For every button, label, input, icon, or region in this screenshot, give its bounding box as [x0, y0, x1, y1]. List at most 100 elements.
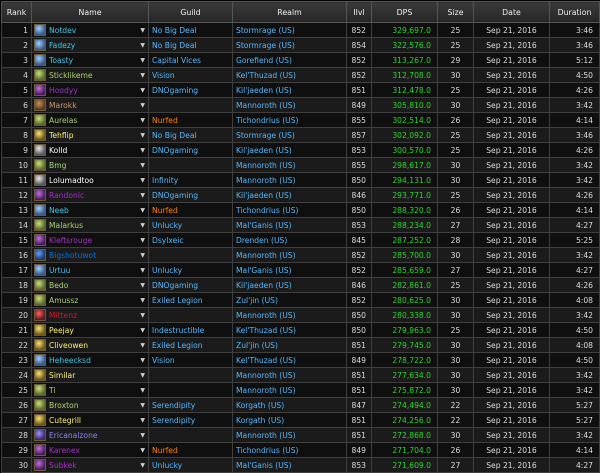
dropdown-arrow-icon[interactable]: ▼ [140, 147, 145, 154]
table-row[interactable]: 4 Sticklikeme ▼ Vision Kel'Thuzad (US) 852 312… [1, 67, 600, 83]
guild-cell[interactable]: Nurfed [148, 442, 233, 458]
player-name[interactable]: Bedo [49, 281, 138, 290]
dropdown-arrow-icon[interactable]: ▼ [140, 27, 145, 34]
realm-cell[interactable]: Mal'Ganis (US) [232, 262, 347, 278]
guild-cell[interactable]: Nurfed [148, 202, 233, 218]
player-name[interactable]: Ti [49, 386, 138, 395]
table-row[interactable]: 15 Kleftsrouge ▼ Dsylxeic Drenden (US) 845 287… [1, 232, 600, 248]
table-row[interactable]: 24 Similar ▼ Mannoroth (US) 851 277,634.0 30 Se… [1, 367, 600, 383]
dropdown-arrow-icon[interactable]: ▼ [140, 432, 145, 439]
guild-cell[interactable]: Unlucky [148, 217, 233, 233]
realm-cell[interactable]: Mal'Ganis (US) [232, 457, 347, 473]
table-row[interactable]: 7 Aurelas ▼ Nurfed Tichondrius (US) 855 302,51… [1, 112, 600, 128]
guild-cell[interactable] [148, 157, 233, 173]
player-name[interactable]: Bmg [49, 161, 138, 170]
dropdown-arrow-icon[interactable]: ▼ [140, 252, 145, 259]
dropdown-arrow-icon[interactable]: ▼ [140, 132, 145, 139]
guild-cell[interactable] [148, 382, 233, 398]
dropdown-arrow-icon[interactable]: ▼ [140, 462, 145, 469]
dropdown-arrow-icon[interactable]: ▼ [140, 312, 145, 319]
realm-cell[interactable]: Kil'jaeden (US) [232, 277, 347, 293]
guild-cell[interactable] [148, 97, 233, 113]
name-cell[interactable]: Heheecksd ▼ [31, 352, 149, 368]
realm-cell[interactable]: Mannoroth (US) [232, 247, 347, 263]
player-name[interactable]: Aurelas [49, 116, 138, 125]
table-row[interactable]: 11 Lolumadtoo ▼ Infinity Mannoroth (US) 850 29… [1, 172, 600, 188]
table-row[interactable]: 19 Amussz ▼ Exiled Legion Zul'jin (US) 852 280… [1, 292, 600, 308]
name-cell[interactable]: Malarkus ▼ [31, 217, 149, 233]
player-name[interactable]: Marokk [49, 101, 138, 110]
name-cell[interactable]: Cliveowen ▼ [31, 337, 149, 353]
guild-cell[interactable]: Capital Vices [148, 52, 233, 68]
player-name[interactable]: Toasty [49, 56, 138, 65]
dropdown-arrow-icon[interactable]: ▼ [140, 342, 145, 349]
name-cell[interactable]: Aurelas ▼ [31, 112, 149, 128]
table-row[interactable]: 9 Kolld ▼ DNOgaming Kil'jaeden (US) 853 300,57… [1, 142, 600, 158]
guild-cell[interactable]: Unlucky [148, 262, 233, 278]
realm-cell[interactable]: Kel'Thuzad (US) [232, 67, 347, 83]
dropdown-arrow-icon[interactable]: ▼ [140, 192, 145, 199]
guild-cell[interactable]: No Big Deal [148, 127, 233, 143]
realm-cell[interactable]: Mannoroth (US) [232, 307, 347, 323]
player-name[interactable]: Neeb [49, 206, 138, 215]
realm-cell[interactable]: Mannoroth (US) [232, 157, 347, 173]
name-cell[interactable]: Subkek ▼ [31, 457, 149, 473]
table-row[interactable]: 13 Neeb ▼ Nurfed Tichondrius (US) 850 288,320.… [1, 202, 600, 218]
player-name[interactable]: Karenex [49, 446, 138, 455]
realm-cell[interactable]: Stormrage (US) [232, 22, 347, 38]
dropdown-arrow-icon[interactable]: ▼ [140, 447, 145, 454]
player-name[interactable]: Randonic [49, 191, 138, 200]
realm-cell[interactable]: Gorefiend (US) [232, 52, 347, 68]
name-cell[interactable]: Similar ▼ [31, 367, 149, 383]
player-name[interactable]: Broxton [49, 401, 138, 410]
table-row[interactable]: 6 Marokk ▼ Mannoroth (US) 849 305,810.0 30 Sep … [1, 97, 600, 113]
realm-cell[interactable]: Drenden (US) [232, 232, 347, 248]
table-row[interactable]: 3 Toasty ▼ Capital Vices Gorefiend (US) 852 31… [1, 52, 600, 68]
dropdown-arrow-icon[interactable]: ▼ [140, 177, 145, 184]
player-name[interactable]: Notdev [49, 26, 138, 35]
player-name[interactable]: Urtuu [49, 266, 138, 275]
realm-cell[interactable]: Tichondrius (US) [232, 202, 347, 218]
column-header-realm[interactable]: Realm [232, 1, 347, 23]
table-row[interactable]: 28 Ericanalzone ▼ Mannoroth (US) 851 272,868.… [1, 427, 600, 443]
column-header-rank[interactable]: Rank [1, 1, 32, 23]
realm-cell[interactable]: Mannoroth (US) [232, 367, 347, 383]
table-row[interactable]: 5 Hoodyy ▼ DNOgaming Kil'jaeden (US) 851 312,4… [1, 82, 600, 98]
name-cell[interactable]: Tehflip ▼ [31, 127, 149, 143]
guild-cell[interactable]: DNOgaming [148, 142, 233, 158]
guild-cell[interactable]: No Big Deal [148, 22, 233, 38]
table-row[interactable]: 16 Bigshotuwot ▼ Mannoroth (US) 852 285,700.0… [1, 247, 600, 263]
guild-cell[interactable]: Exiled Legion [148, 337, 233, 353]
table-row[interactable]: 30 Subkek ▼ Unlucky Mal'Ganis (US) 853 271,609… [1, 457, 600, 473]
guild-cell[interactable]: Nurfed [148, 112, 233, 128]
player-name[interactable]: Tehflip [49, 131, 138, 140]
dropdown-arrow-icon[interactable]: ▼ [140, 162, 145, 169]
dropdown-arrow-icon[interactable]: ▼ [140, 42, 145, 49]
dropdown-arrow-icon[interactable]: ▼ [140, 387, 145, 394]
guild-cell[interactable] [148, 307, 233, 323]
name-cell[interactable]: Marokk ▼ [31, 97, 149, 113]
table-row[interactable]: 17 Urtuu ▼ Unlucky Mal'Ganis (US) 852 285,659.… [1, 262, 600, 278]
guild-cell[interactable]: Serendipity [148, 412, 233, 428]
column-header-date[interactable]: Date [473, 1, 550, 23]
name-cell[interactable]: Bedo ▼ [31, 277, 149, 293]
name-cell[interactable]: Karenex ▼ [31, 442, 149, 458]
name-cell[interactable]: Randonic ▼ [31, 187, 149, 203]
guild-cell[interactable]: Unlucky [148, 457, 233, 473]
guild-cell[interactable]: Exiled Legion [148, 292, 233, 308]
dropdown-arrow-icon[interactable]: ▼ [140, 87, 145, 94]
dropdown-arrow-icon[interactable]: ▼ [140, 222, 145, 229]
table-row[interactable]: 27 Cutegrill ▼ Serendipity Korgath (US) 851 27… [1, 412, 600, 428]
dropdown-arrow-icon[interactable]: ▼ [140, 282, 145, 289]
realm-cell[interactable]: Zul'jin (US) [232, 292, 347, 308]
guild-cell[interactable]: Serendipity [148, 397, 233, 413]
name-cell[interactable]: Ti ▼ [31, 382, 149, 398]
table-row[interactable]: 8 Tehflip ▼ No Big Deal Stormrage (US) 857 302… [1, 127, 600, 143]
guild-cell[interactable]: Dsylxeic [148, 232, 233, 248]
column-header-guild[interactable]: Guild [148, 1, 233, 23]
player-name[interactable]: Heheecksd [49, 356, 138, 365]
dropdown-arrow-icon[interactable]: ▼ [140, 417, 145, 424]
guild-cell[interactable] [148, 427, 233, 443]
dropdown-arrow-icon[interactable]: ▼ [140, 207, 145, 214]
dropdown-arrow-icon[interactable]: ▼ [140, 72, 145, 79]
